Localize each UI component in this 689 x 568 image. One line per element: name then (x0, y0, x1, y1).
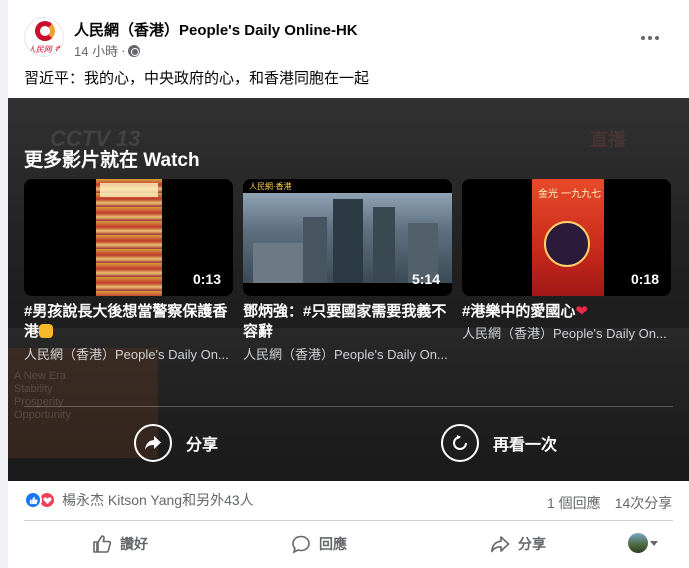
thumbnail-art: 金光 一九九七 (532, 179, 604, 296)
logo-ring (35, 21, 55, 41)
building (303, 217, 327, 283)
dot-icon (655, 36, 659, 40)
user-avatar (628, 533, 648, 553)
video-title-1[interactable]: #男孩說長大後想當警察保護香港 (24, 302, 233, 342)
reaction-names[interactable]: 楊永杰 Kitson Yang和另外43人 (62, 490, 254, 510)
thumbnail-circle (544, 221, 590, 267)
replay-button[interactable]: 再看一次 (441, 424, 557, 462)
video-share-button[interactable]: 分享 (134, 424, 218, 462)
share-arrow-icon (491, 536, 510, 553)
share-label: 分享 (186, 437, 219, 454)
video-thumbnail-2[interactable]: 人民網·香港 5:14 (243, 179, 452, 296)
like-reaction-icon (24, 491, 42, 509)
video-source-1[interactable]: 人民網（香港）People's Daily On... (24, 344, 233, 363)
video-title-text: #港樂中的愛國心 (462, 303, 576, 320)
thumbnail-art-text: 金光 一九九七 (538, 189, 602, 200)
heart-icon: ❤ (575, 303, 588, 320)
video-source-2[interactable]: 人民網（香港）People's Daily On... (243, 344, 452, 363)
comment-label: 回應 (319, 536, 347, 552)
page-avatar[interactable]: 人民网 香港 (24, 17, 64, 57)
road (253, 243, 303, 283)
comment-count[interactable]: 1 個回應 (547, 493, 601, 513)
video-thumbnail-3[interactable]: 金光 一九九七 0:18 (462, 179, 671, 296)
flexed-biceps-icon (39, 324, 54, 338)
divider (24, 520, 673, 521)
video-duration: 5:14 (411, 271, 440, 287)
post-text: 習近平：我的心，中央政府的心，和香港同胞在一起 (24, 70, 370, 87)
post-time[interactable]: 14 小時 (74, 41, 118, 60)
comment-bubble-icon (292, 535, 310, 554)
page-name[interactable]: 人民網（香港）People's Daily Online-HK (74, 19, 358, 40)
like-label: 讚好 (120, 536, 148, 552)
comment-button[interactable]: 回應 (291, 530, 347, 558)
dot-icon (648, 36, 652, 40)
thumbnail-art (96, 179, 162, 296)
like-button[interactable]: 讚好 (92, 530, 148, 558)
share-label: 分享 (518, 536, 546, 552)
video-source-3[interactable]: 人民網（香港）People's Daily On... (462, 323, 671, 342)
post-card: 人民网 香港 人民網（香港）People's Daily Online-HK 1… (8, 0, 689, 568)
video-duration: 0:18 (630, 271, 659, 287)
thumbnail-logo: 人民網·香港 (249, 182, 292, 191)
share-count[interactable]: 14次分享 (615, 493, 673, 513)
share-arrow-icon (134, 424, 172, 462)
post-meta: 14 小時 · (74, 41, 141, 60)
thumbs-up-icon (93, 535, 112, 553)
video-thumbnail-1[interactable]: 0:13 (24, 179, 233, 296)
share-button[interactable]: 分享 (490, 530, 546, 558)
globe-icon (128, 44, 141, 57)
video-title-2[interactable]: 鄧炳強：#只要國家需要我義不容辭 (243, 302, 452, 342)
chevron-down-icon (650, 540, 658, 546)
building (373, 207, 395, 283)
video-duration: 0:13 (192, 271, 221, 287)
reaction-summary[interactable]: 楊永杰 Kitson Yang和另外43人 (24, 490, 254, 510)
meta-dot: · (121, 43, 126, 58)
video-player[interactable]: CCTV 13 直播 A New Era Stability Prosperit… (8, 98, 689, 481)
thumbnail-art (243, 193, 452, 283)
avatar-brand: 人民网 香港 (27, 45, 63, 54)
building (333, 199, 363, 283)
watch-title[interactable]: 更多影片就在 Watch (24, 145, 200, 172)
engagement-counts: 1 個回應 14次分享 (547, 493, 672, 513)
dot-icon (641, 36, 645, 40)
divider (24, 406, 673, 407)
video-title-3[interactable]: #港樂中的愛國心❤ (462, 302, 671, 322)
more-options-button[interactable] (632, 23, 668, 53)
viewer-selector[interactable] (628, 533, 658, 553)
replay-icon (441, 424, 479, 462)
video-title-text: #男孩說長大後想當警察保護香港 (24, 303, 228, 340)
replay-label: 再看一次 (493, 437, 558, 454)
thumbnail-caption (100, 183, 158, 197)
